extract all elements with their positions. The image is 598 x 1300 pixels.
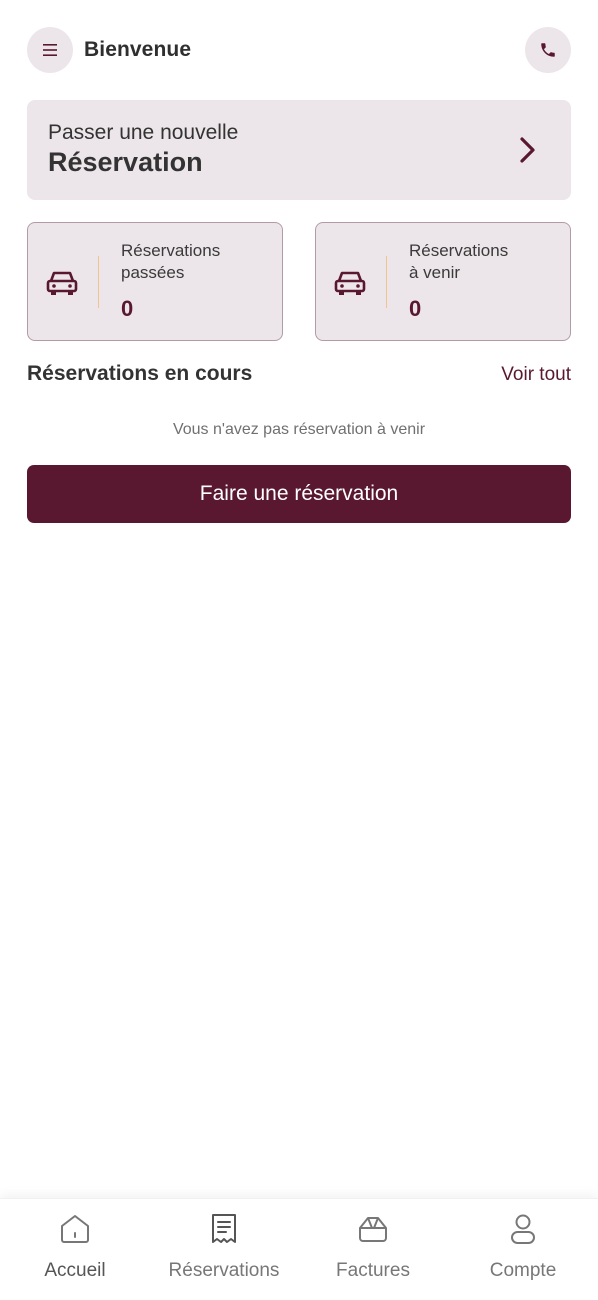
receipt-icon — [212, 1214, 236, 1243]
tab-compte[interactable]: Compte — [448, 1211, 598, 1282]
stat-count: 0 — [409, 296, 422, 321]
car-icon — [334, 271, 366, 295]
card-divider — [386, 256, 387, 308]
invoice-icon — [359, 1217, 387, 1242]
new-reservation-card[interactable]: Passer une nouvelle Réservation — [27, 100, 571, 200]
tab-label: Réservations — [168, 1260, 280, 1281]
new-reservation-title: Réservation — [48, 147, 203, 177]
app-header: Bienvenue — [27, 26, 571, 74]
card-divider — [98, 256, 99, 308]
new-reservation-subtitle: Passer une nouvelle — [48, 121, 239, 144]
see-all-link[interactable]: Voir tout — [501, 364, 571, 386]
current-reservations-header: Réservations en cours Voir tout — [27, 362, 571, 386]
menu-button[interactable] — [27, 27, 73, 73]
phone-icon — [541, 43, 555, 57]
tab-factures[interactable]: Factures — [298, 1211, 448, 1282]
make-reservation-button[interactable]: Faire une réservation — [27, 465, 571, 523]
tab-label: Accueil — [44, 1260, 106, 1281]
chevron-right-icon — [520, 137, 535, 163]
tab-accueil[interactable]: Accueil — [0, 1211, 150, 1282]
section-title: Réservations en cours — [27, 362, 253, 385]
home-icon — [61, 1215, 89, 1243]
call-button[interactable] — [525, 27, 571, 73]
stat-count: 0 — [121, 296, 134, 321]
page-title: Bienvenue — [84, 38, 192, 61]
car-icon — [46, 271, 78, 295]
stat-label: Réservations passées — [121, 241, 221, 282]
tab-reservations[interactable]: Réservations — [149, 1211, 299, 1282]
stat-label: Réservations à venir — [409, 241, 509, 282]
upcoming-reservations-card[interactable]: Réservations à venir 0 — [315, 222, 571, 341]
past-reservations-card[interactable]: Réservations passées 0 — [27, 222, 283, 341]
tab-label: Factures — [336, 1260, 410, 1281]
bottom-tab-bar: Accueil Réservations Factures Compte — [0, 1198, 598, 1300]
empty-state-message: Vous n'avez pas réservation à venir — [172, 421, 426, 438]
user-icon — [511, 1214, 535, 1244]
tab-label: Compte — [489, 1260, 557, 1281]
menu-icon — [43, 44, 57, 56]
